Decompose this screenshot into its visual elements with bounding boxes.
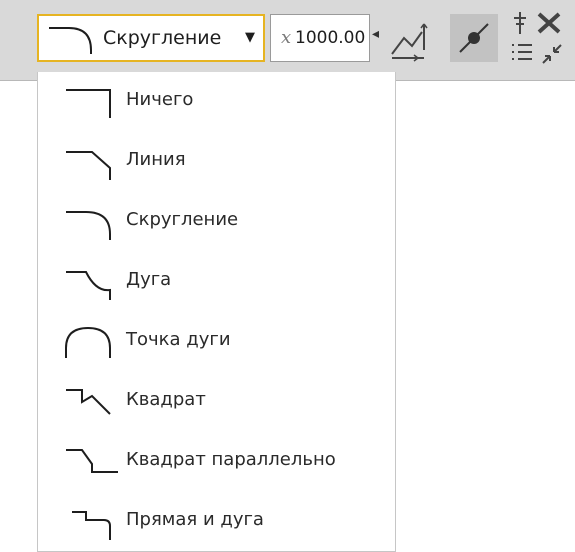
corner-arc-icon [66,271,111,300]
fillet-icon [49,27,92,54]
menu-item-line-and-arc[interactable]: Прямая и дуга [38,492,395,548]
corner-line-icon [66,151,111,180]
corner-type-menu: Ничего Линия Скругление Дуга Точка дуги … [37,72,396,552]
value-prefix: x [281,27,292,48]
menu-item-arc[interactable]: Дуга [38,252,395,308]
point-snap-icon [459,23,489,53]
menu-item-square[interactable]: Квадрат [38,372,395,428]
corner-fillet-icon [66,211,111,240]
menu-item-label: Линия [126,149,186,170]
list-icon[interactable] [510,40,534,64]
scale-dimension-icon[interactable] [388,20,430,62]
snap-toggle-button[interactable] [450,14,498,62]
corner-square-parallel-icon [66,449,118,473]
left-arrow-icon[interactable]: ◂ [372,26,379,42]
close-icon[interactable] [535,10,563,36]
scale-input[interactable]: x 1000.00 [270,14,370,62]
corner-none-icon [66,89,111,118]
menu-item-label: Прямая и дуга [126,509,264,530]
corner-line-arc-icon [72,511,111,540]
menu-item-line[interactable]: Линия [38,132,395,188]
menu-item-square-parallel[interactable]: Квадрат параллельно [38,432,395,488]
toolbar: Скругление ▼ x 1000.00 ◂ [0,0,575,81]
menu-item-label: Точка дуги [126,329,231,350]
menu-item-label: Ничего [126,89,194,110]
corner-arc-point-icon [65,326,111,358]
menu-item-none[interactable]: Ничего [38,72,395,128]
menu-item-arc-point[interactable]: Точка дуги [38,312,395,368]
menu-item-label: Скругление [126,209,239,230]
corner-square-icon [66,389,111,415]
menu-item-label: Квадрат параллельно [126,449,336,470]
menu-item-label: Дуга [126,269,172,290]
pin-icon[interactable] [510,10,530,36]
menu-item-fillet[interactable]: Скругление [38,192,395,248]
selected-corner-type: Скругление [103,27,222,49]
collapse-icon[interactable] [540,42,564,66]
chevron-down-icon[interactable]: ▼ [245,16,255,60]
scale-value: 1000.00 [295,28,366,48]
corner-type-dropdown[interactable]: Скругление ▼ [37,14,265,62]
menu-item-label: Квадрат [126,389,206,410]
